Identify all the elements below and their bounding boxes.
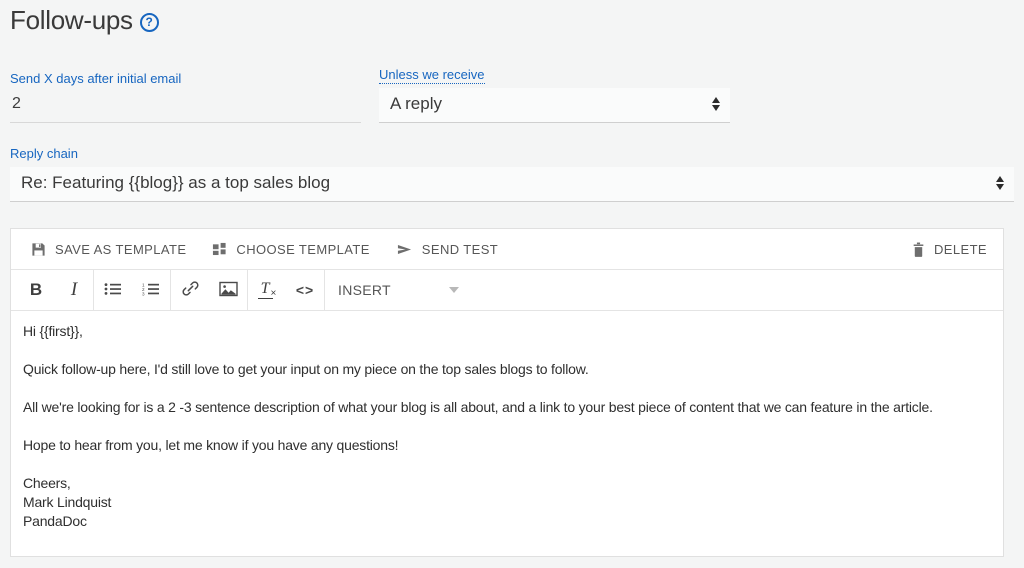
email-paragraph: Hi {{first}},: [23, 322, 991, 341]
unless-select-value: A reply: [390, 94, 442, 114]
send-test-label: SEND TEST: [422, 242, 498, 257]
select-arrows-icon: [712, 97, 720, 111]
chevron-down-icon: [449, 287, 459, 293]
italic-button[interactable]: I: [55, 270, 93, 310]
reply-chain-select[interactable]: Re: Featuring {{blog}} as a top sales bl…: [10, 167, 1014, 202]
bullet-list-button[interactable]: [94, 270, 132, 310]
email-signature: Cheers, Mark Lindquist PandaDoc: [23, 474, 991, 531]
delete-button[interactable]: DELETE: [912, 242, 987, 257]
grid-icon: [212, 242, 227, 257]
select-arrows-icon: [996, 176, 1004, 190]
image-icon: [219, 281, 238, 300]
code-view-button[interactable]: <>: [286, 270, 324, 310]
bold-icon: B: [30, 280, 42, 300]
code-view-icon: <>: [296, 282, 314, 298]
page-header: Follow-ups ?: [10, 5, 159, 36]
bullet-list-icon: [104, 282, 122, 299]
editor-action-bar: SAVE AS TEMPLATE CHOOSE TEMPLATE SEND TE…: [11, 229, 1003, 270]
formatting-toolbar: B I 123: [11, 270, 1003, 311]
email-paragraph: Hope to hear from you, let me know if yo…: [23, 436, 991, 455]
svg-text:3: 3: [142, 291, 145, 295]
reply-chain-field: Reply chain Re: Featuring {{blog}} as a …: [10, 145, 1014, 202]
reply-chain-select-value: Re: Featuring {{blog}} as a top sales bl…: [21, 173, 330, 193]
insert-label: INSERT: [338, 282, 391, 298]
save-as-template-label: SAVE AS TEMPLATE: [55, 242, 186, 257]
bold-button[interactable]: B: [17, 270, 55, 310]
days-input[interactable]: [10, 88, 361, 123]
send-arrow-icon: [396, 242, 413, 257]
insert-dropdown[interactable]: INSERT: [325, 270, 473, 310]
email-paragraph: All we're looking for is a 2 -3 sentence…: [23, 398, 991, 417]
unless-label: Unless we receive: [379, 67, 485, 84]
choose-template-button[interactable]: CHOOSE TEMPLATE: [212, 242, 369, 257]
clear-formatting-icon: T×: [258, 281, 277, 299]
send-test-button[interactable]: SEND TEST: [396, 242, 498, 257]
email-editor: SAVE AS TEMPLATE CHOOSE TEMPLATE SEND TE…: [10, 228, 1004, 557]
delete-label: DELETE: [934, 242, 987, 257]
days-label: Send X days after initial email: [10, 71, 181, 86]
save-as-template-button[interactable]: SAVE AS TEMPLATE: [31, 242, 186, 257]
trash-icon: [912, 242, 925, 257]
floppy-disk-icon: [31, 242, 46, 257]
help-icon[interactable]: ?: [140, 13, 159, 32]
unless-field: Unless we receive A reply: [379, 66, 730, 123]
image-button[interactable]: [209, 270, 247, 310]
choose-template-label: CHOOSE TEMPLATE: [236, 242, 369, 257]
numbered-list-button[interactable]: 123: [132, 270, 170, 310]
followups-page: Follow-ups ? Send X days after initial e…: [0, 0, 1024, 568]
link-button[interactable]: [171, 270, 209, 310]
email-paragraph: Quick follow-up here, I'd still love to …: [23, 360, 991, 379]
numbered-list-icon: 123: [142, 282, 160, 299]
chain-link-icon: [182, 280, 199, 300]
italic-icon: I: [71, 279, 77, 301]
email-body-editor[interactable]: Hi {{first}}, Quick follow-up here, I'd …: [11, 311, 1003, 556]
clear-formatting-button[interactable]: T×: [248, 270, 286, 310]
reply-chain-label: Reply chain: [10, 146, 78, 161]
days-field: Send X days after initial email: [10, 70, 361, 123]
page-title: Follow-ups: [10, 5, 133, 36]
unless-select[interactable]: A reply: [379, 88, 730, 123]
